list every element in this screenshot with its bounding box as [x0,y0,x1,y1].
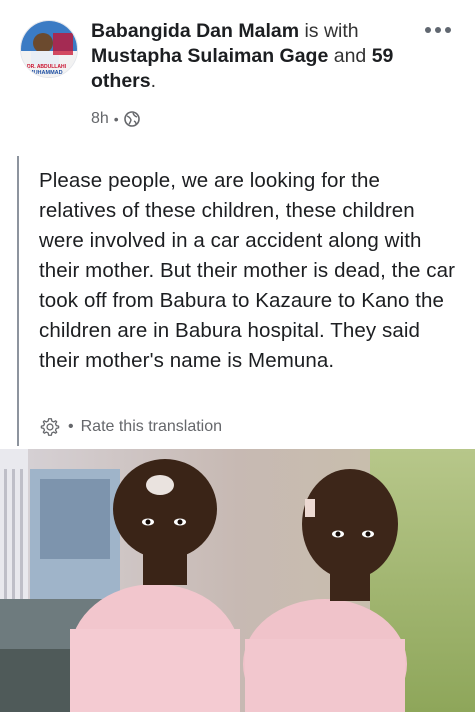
rate-separator: • [68,418,74,435]
more-horizontal-icon[interactable] [425,22,453,38]
avatar-image: DR. ABDULLAHI MUHAMMAD [21,21,77,77]
rate-translation-link[interactable]: Rate this translation [81,418,222,436]
post-time[interactable]: 8h [91,110,109,128]
is-with-text: is with [304,20,359,42]
avatar[interactable]: DR. ABDULLAHI MUHAMMAD [20,20,78,78]
more-dot [445,27,451,33]
post-header: DR. ABDULLAHI MUHAMMAD Babangida Dan Mal… [0,0,475,150]
tagged-user[interactable]: Mustapha Sulaiman Gage [91,45,328,67]
more-dot [425,27,431,33]
post-author-line: Babangida Dan Malam is with Mustapha Sul… [91,19,411,94]
post-meta: 8h • [91,110,140,128]
gear-icon[interactable] [39,416,61,438]
and-text: and [333,45,367,67]
translation-block: Please people, we are looking for the re… [17,156,457,446]
post-photo[interactable] [0,449,475,712]
author-name[interactable]: Babangida Dan Malam [91,20,299,42]
period-text: . [150,70,157,92]
meta-separator: • [113,111,119,127]
globe-icon[interactable] [123,111,140,127]
translated-text: Please people, we are looking for the re… [39,169,456,372]
children-photo [0,449,475,712]
rate-translation-row: • Rate this translation [39,416,222,438]
avatar-caption-2: MUHAMMAD [29,70,63,76]
more-dot [435,27,441,33]
